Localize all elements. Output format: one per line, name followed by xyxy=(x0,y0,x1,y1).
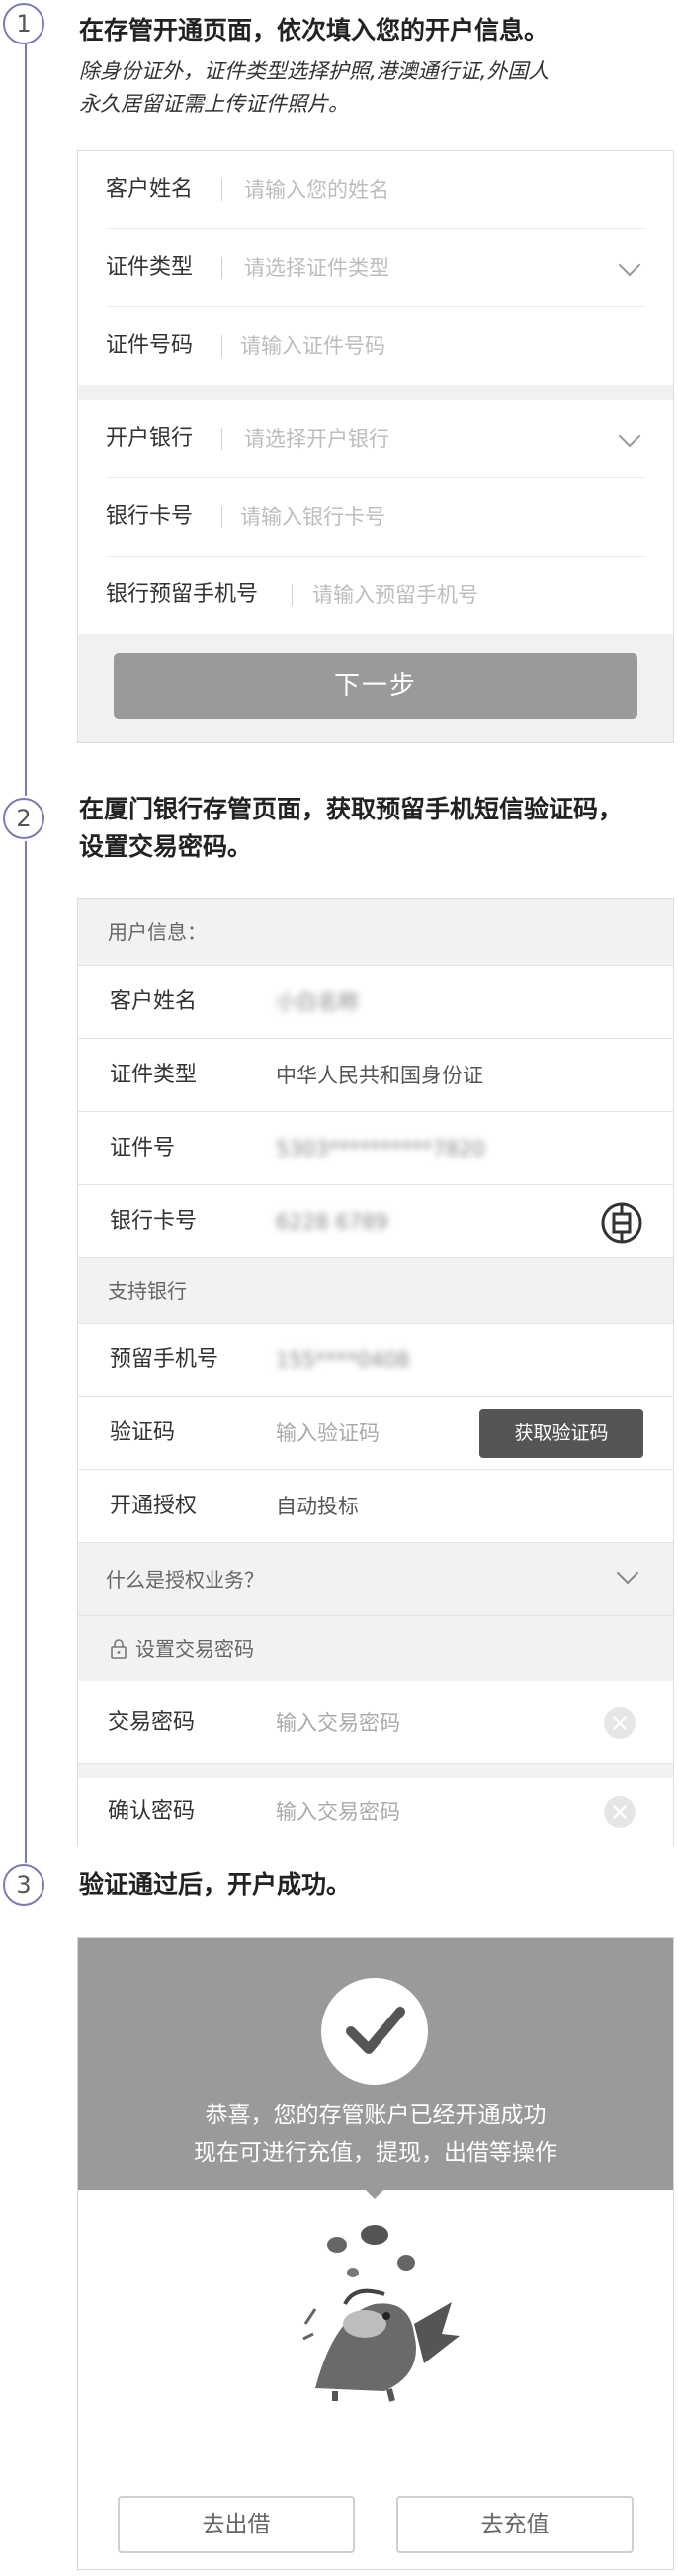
info-row-idtype: 证件类型 中华人民共和国身份证 xyxy=(78,1039,673,1112)
field-divider xyxy=(221,428,222,450)
id-type-select[interactable]: 证件类型 请选择证件类型 xyxy=(78,229,673,306)
auth-value: 自动投标 xyxy=(276,1495,359,1518)
step-number-badge: 2 xyxy=(3,798,44,839)
bank-placeholder[interactable]: 请选择开户银行 xyxy=(244,400,389,477)
step-title: 在存管开通页面，依次填入您的开户信息。 xyxy=(79,16,550,44)
info-row-idno: 证件号 5303**********7820 xyxy=(78,1112,673,1185)
id-number-input[interactable]: 请输入证件号码 xyxy=(240,307,385,385)
step-title: 设置交易密码。 xyxy=(79,832,253,861)
icbc-bank-icon xyxy=(601,1202,642,1244)
step-number-badge: 3 xyxy=(3,1864,44,1906)
bank-card-input[interactable]: 请输入银行卡号 xyxy=(240,478,385,556)
step-title: 在厦门银行存管页面，获取预留手机短信验证码， xyxy=(79,795,624,823)
success-banner: 恭喜，您的存管账户已经开通成功 现在可进行充值，提现，出借等操作 xyxy=(78,1938,673,2190)
field-label: 证件类型 xyxy=(106,255,194,280)
chevron-down-icon[interactable] xyxy=(618,253,641,277)
auth-question-label[interactable]: 什么是授权业务？ xyxy=(106,1543,264,1616)
row-label: 开通授权 xyxy=(110,1494,198,1518)
field-divider xyxy=(221,179,222,201)
lock-icon xyxy=(111,1639,127,1659)
row-label: 证件号 xyxy=(110,1136,176,1160)
step-number-badge: 1 xyxy=(3,3,44,44)
step-note: 永久居留证需上传证件照片。 xyxy=(79,92,349,116)
field-label: 证件号码 xyxy=(106,333,194,358)
support-bank-link[interactable]: 支持银行 xyxy=(78,1258,673,1324)
idno-value: 5303**********7820 xyxy=(276,1137,485,1160)
info-row-card: 银行卡号 6228 6789 xyxy=(78,1185,673,1258)
success-message: 恭喜，您的存管账户已经开通成功 xyxy=(205,2103,547,2128)
row-label: 确认密码 xyxy=(108,1799,196,1824)
timeline-line xyxy=(25,44,27,796)
id-type-placeholder[interactable]: 请选择证件类型 xyxy=(244,229,389,306)
step-note: 除身份证外，证件类型选择护照,港澳通行证,外国人 xyxy=(79,59,550,83)
confirm-password-input[interactable]: 输入交易密码 xyxy=(276,1778,400,1846)
next-step-button[interactable]: 下一步 xyxy=(114,653,637,719)
row-label: 验证码 xyxy=(110,1420,176,1445)
field-label: 银行预留手机号 xyxy=(106,582,259,607)
password-row: 交易密码 输入交易密码 xyxy=(78,1681,673,1764)
phone-value: 155****0408 xyxy=(276,1348,410,1372)
phone-input[interactable]: 请输入预留手机号 xyxy=(312,557,478,634)
clear-input-icon[interactable] xyxy=(604,1796,636,1828)
section-label: 设置交易密码 xyxy=(135,1637,254,1661)
idtype-value: 中华人民共和国身份证 xyxy=(276,1064,483,1087)
auth-question-toggle[interactable]: 什么是授权业务？ xyxy=(78,1543,673,1616)
confirm-password-row: 确认密码 输入交易密码 xyxy=(78,1778,673,1846)
clear-input-icon[interactable] xyxy=(604,1707,636,1739)
chevron-down-icon[interactable] xyxy=(616,1561,639,1585)
field-divider xyxy=(221,506,222,528)
field-label: 开户银行 xyxy=(106,426,194,451)
field-divider xyxy=(221,335,222,357)
field-label: 银行卡号 xyxy=(106,504,194,529)
bank-select[interactable]: 开户银行 请选择开户银行 xyxy=(78,400,673,477)
timeline-line xyxy=(25,841,27,1863)
password-input[interactable]: 输入交易密码 xyxy=(276,1681,400,1764)
checkmark-icon xyxy=(321,1978,428,2085)
id-number-field[interactable]: 证件号码 请输入证件号码 xyxy=(78,307,673,385)
auth-row: 开通授权 自动投标 xyxy=(78,1470,673,1543)
step-title: 验证通过后，开户成功。 xyxy=(79,1870,352,1899)
row-label: 银行卡号 xyxy=(110,1209,198,1234)
row-label: 预留手机号 xyxy=(110,1347,219,1372)
button-area: 下一步 xyxy=(78,634,673,742)
row-label: 证件类型 xyxy=(110,1063,198,1087)
go-lend-button[interactable]: 去出借 xyxy=(118,2496,355,2553)
row-label: 客户姓名 xyxy=(110,989,198,1014)
chevron-down-icon[interactable] xyxy=(618,424,641,448)
set-password-header: 设置交易密码 xyxy=(78,1616,673,1681)
success-message: 现在可进行充值，提现，出借等操作 xyxy=(194,2140,557,2166)
card-value: 6228 6789 xyxy=(276,1210,388,1234)
bank-card-field[interactable]: 银行卡号 请输入银行卡号 xyxy=(78,478,673,556)
field-divider xyxy=(221,257,222,279)
name-value: 小白名称 xyxy=(276,990,359,1014)
phone-field[interactable]: 银行预留手机号 请输入预留手机号 xyxy=(78,557,673,634)
support-bank-label[interactable]: 支持银行 xyxy=(108,1258,187,1324)
get-code-button[interactable]: 获取验证码 xyxy=(479,1409,643,1458)
banner-pointer xyxy=(365,2190,384,2199)
bank-verify-card: 用户信息： 客户姓名 小白名称 证件类型 中华人民共和国身份证 证件号 5303… xyxy=(77,898,674,1846)
code-input[interactable]: 输入验证码 xyxy=(276,1397,380,1470)
name-input[interactable]: 请输入您的姓名 xyxy=(244,151,389,228)
field-divider xyxy=(292,584,293,606)
account-form-card: 客户姓名 请输入您的姓名 证件类型 请选择证件类型 证件号码 请输入证件号码 开… xyxy=(77,150,674,743)
section-gap xyxy=(78,1764,673,1778)
row-label: 交易密码 xyxy=(108,1710,196,1735)
section-label: 用户信息： xyxy=(108,920,207,944)
info-row-phone: 预留手机号 155****0408 xyxy=(78,1324,673,1397)
info-row-name: 客户姓名 小白名称 xyxy=(78,966,673,1039)
dragon-mascot-icon xyxy=(302,2225,460,2402)
field-label: 客户姓名 xyxy=(106,177,194,202)
go-recharge-button[interactable]: 去充值 xyxy=(396,2496,634,2553)
code-row: 验证码 输入验证码 获取验证码 xyxy=(78,1397,673,1470)
name-field[interactable]: 客户姓名 请输入您的姓名 xyxy=(78,151,673,228)
section-gap xyxy=(78,385,673,400)
user-info-header: 用户信息： xyxy=(78,899,673,966)
success-card: 恭喜，您的存管账户已经开通成功 现在可进行充值，提现，出借等操作 去出借 去充值 xyxy=(77,1937,674,2570)
